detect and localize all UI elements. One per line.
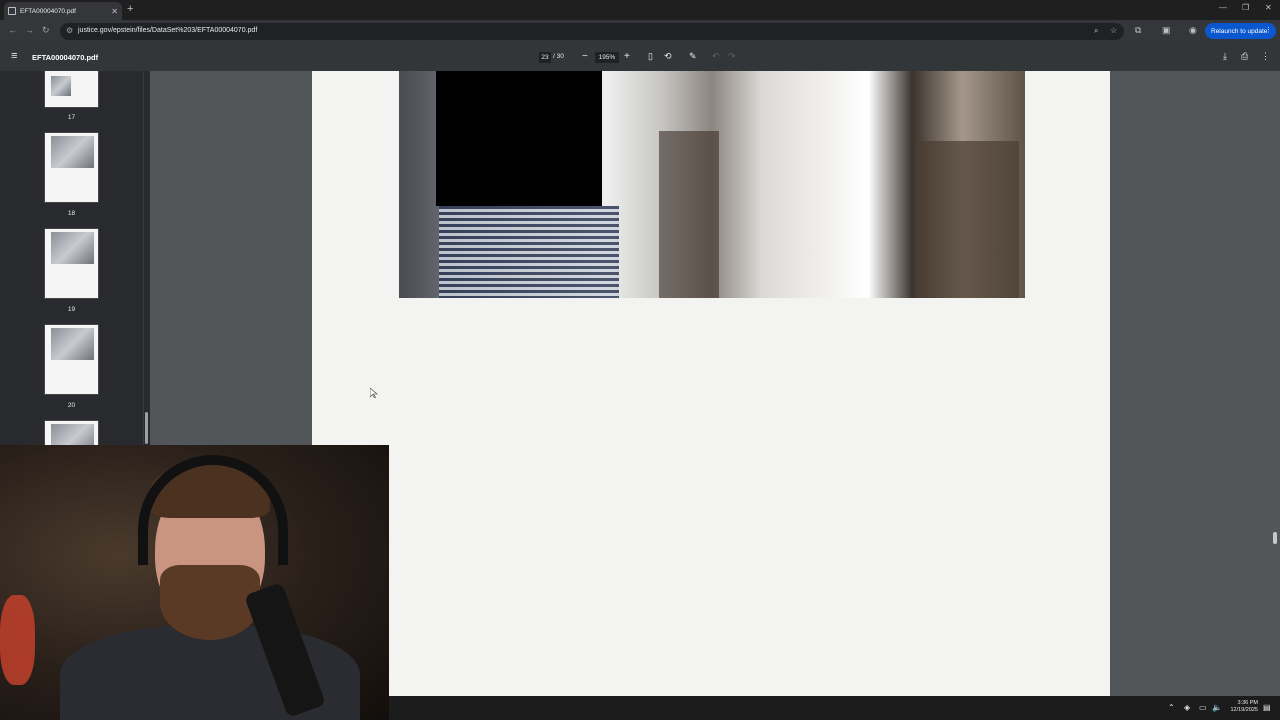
- close-window-icon[interactable]: ✕: [1265, 3, 1272, 12]
- network-icon[interactable]: ▭: [1199, 703, 1207, 712]
- thumbnail-page-number: 19: [67, 306, 76, 313]
- side-panel-icon[interactable]: ▣: [1162, 25, 1171, 36]
- more-actions-icon[interactable]: ⋮: [1261, 51, 1270, 62]
- address-bar-row: ← → ↻ ⚙ justice.gov/epstein/files/DataSe…: [0, 20, 1280, 43]
- annotate-icon[interactable]: ✎: [689, 51, 697, 62]
- relaunch-update-button[interactable]: Relaunch to update ⋮: [1205, 23, 1276, 39]
- document-title: EFTA00004070.pdf: [32, 53, 99, 62]
- close-tab-icon[interactable]: ✕: [111, 7, 118, 16]
- minimize-icon[interactable]: —: [1219, 3, 1227, 12]
- print-icon[interactable]: ⎙: [1241, 51, 1248, 62]
- restore-icon[interactable]: ❐: [1242, 3, 1249, 12]
- taskbar: ⌃ ◈ ▭ 🔈 ▤: [389, 696, 1280, 720]
- new-tab-icon[interactable]: +: [127, 3, 133, 15]
- redo-icon[interactable]: ↷: [728, 51, 736, 62]
- redaction-box: [436, 71, 602, 206]
- pdf-toolbar: ≡ EFTA00004070.pdf 23 / 30 − 195% + ▯ ⟲ …: [0, 43, 1280, 71]
- screen: EFTA00004070.pdf ✕ + — ❐ ✕ ← → ↻ ⚙ justi…: [0, 0, 1280, 720]
- more-menu-icon[interactable]: ⋮: [1265, 26, 1272, 34]
- zoom-lens-icon[interactable]: ⌕: [1094, 26, 1098, 36]
- notifications-icon[interactable]: ▤: [1263, 703, 1271, 712]
- profile-icon[interactable]: ◉: [1189, 25, 1197, 36]
- url-text: justice.gov/epstein/files/DataSet%203/EF…: [78, 27, 258, 34]
- sidebar-scrollbar[interactable]: [143, 71, 150, 445]
- volume-icon[interactable]: 🔈: [1212, 703, 1222, 712]
- bookmark-star-icon[interactable]: ☆: [1110, 26, 1117, 35]
- sidebar-scrollbar-thumb[interactable]: [145, 412, 148, 444]
- mouse-cursor-icon: [370, 388, 378, 398]
- fit-page-icon[interactable]: ▯: [648, 51, 653, 62]
- page-thumbnail[interactable]: [44, 324, 99, 395]
- tab-title: EFTA00004070.pdf: [20, 7, 76, 15]
- forward-icon[interactable]: →: [25, 25, 34, 35]
- relaunch-label: Relaunch to update: [1211, 27, 1268, 35]
- tray-chevron-icon[interactable]: ⌃: [1168, 703, 1175, 712]
- thumbnail-page-number: 20: [67, 402, 76, 409]
- tray-app-icon[interactable]: ◈: [1184, 703, 1190, 712]
- viewer-scrollbar-thumb[interactable]: [1273, 532, 1277, 544]
- zoom-out-icon[interactable]: −: [582, 51, 588, 62]
- thumbnail-page-number: 17: [67, 114, 76, 121]
- page-thumbnail[interactable]: [44, 71, 99, 108]
- back-icon[interactable]: ←: [8, 25, 17, 35]
- browser-tab[interactable]: EFTA00004070.pdf ✕: [4, 2, 122, 20]
- page-number-input[interactable]: 23: [539, 52, 551, 63]
- thumbnail-sidebar: 17 18 19 20: [0, 71, 150, 445]
- site-info-icon[interactable]: ⚙: [66, 26, 73, 35]
- extensions-icon[interactable]: ⧉: [1135, 25, 1141, 36]
- undo-icon[interactable]: ↶: [712, 51, 720, 62]
- webcam-overlay: [0, 445, 389, 720]
- download-icon[interactable]: ⤓: [1223, 51, 1227, 62]
- page-total: / 30: [553, 53, 564, 60]
- clock-time: 3:36 PM: [1237, 700, 1258, 706]
- zoom-level-input[interactable]: 195%: [595, 52, 619, 63]
- tab-strip: EFTA00004070.pdf ✕ + — ❐ ✕: [0, 0, 1280, 20]
- hamburger-menu-icon[interactable]: ≡: [11, 50, 17, 62]
- zoom-in-icon[interactable]: +: [624, 51, 630, 62]
- omnibox[interactable]: ⚙ justice.gov/epstein/files/DataSet%203/…: [60, 23, 1124, 40]
- page-thumbnail[interactable]: [44, 132, 99, 203]
- clock-date: 12/19/2025: [1230, 707, 1258, 713]
- pdf-favicon-icon: [8, 7, 16, 15]
- page-thumbnail[interactable]: [44, 228, 99, 299]
- taskbar-clock[interactable]: 3:36 PM 12/19/2025: [1228, 700, 1258, 714]
- thumbnail-page-number: 18: [67, 210, 76, 217]
- reload-icon[interactable]: ↻: [42, 25, 50, 36]
- page-thumbnail[interactable]: [44, 420, 99, 445]
- rotate-icon[interactable]: ⟲: [664, 51, 672, 62]
